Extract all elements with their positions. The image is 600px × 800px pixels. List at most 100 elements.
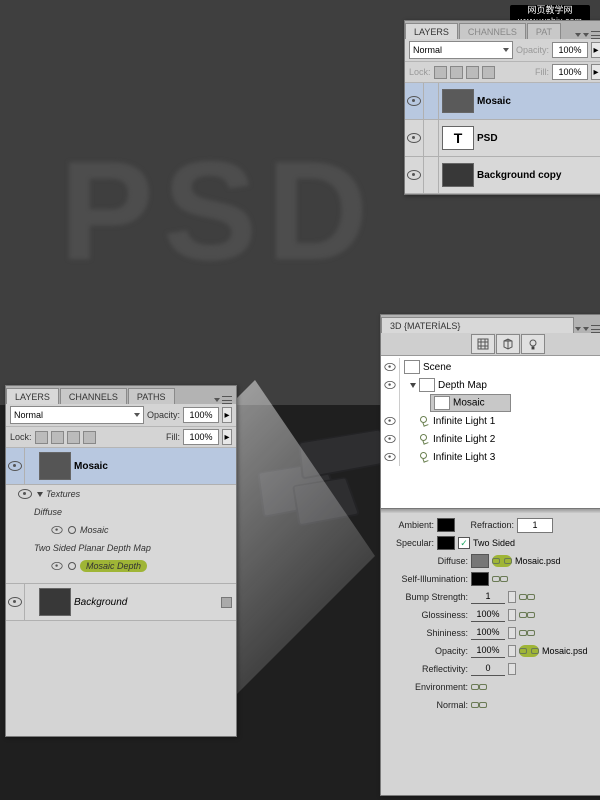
bump-input[interactable]: 1 [471,590,505,604]
menu-icon[interactable] [591,325,600,333]
menu-icon[interactable] [591,31,600,39]
selfillum-swatch[interactable] [471,572,489,586]
opacity-input[interactable]: 100% [471,644,505,658]
lock-position-icon[interactable] [67,431,80,444]
shine-slider[interactable] [508,627,516,639]
normal-texture-icon[interactable] [471,699,487,711]
opacity-nudge[interactable]: ▸ [591,42,600,58]
filter-material-icon[interactable] [496,334,520,354]
disclosure-icon[interactable] [410,383,416,388]
opacity-file: Mosaic.psd [542,646,588,656]
filter-mesh-icon[interactable] [471,334,495,354]
shine-input[interactable]: 100% [471,626,505,640]
normal-label: Normal: [386,700,468,710]
layer-row-psd[interactable]: T PSD [405,120,600,157]
row-opacity: Opacity: 100% Mosaic.psd [386,642,600,660]
layer-thumb[interactable] [39,452,71,480]
specular-label: Specular: [386,538,434,548]
disclosure-icon[interactable] [37,492,43,497]
gloss-input[interactable]: 100% [471,608,505,622]
env-texture-icon[interactable] [471,681,487,693]
opacity-texture-icon[interactable] [519,645,539,657]
ambient-swatch[interactable] [437,518,455,532]
bump-texture-icon[interactable] [519,591,535,603]
lock-pixels-icon[interactable] [51,431,64,444]
opacity-slider[interactable] [508,645,516,657]
lock-all-icon[interactable] [83,431,96,444]
diffuse-group[interactable]: Diffuse [6,503,236,521]
link-col [424,120,439,156]
eye-icon [51,526,62,534]
two-sided-checkbox[interactable]: ✓ [458,537,470,549]
layer-row-mosaic[interactable]: Mosaic [405,83,600,120]
lock-transparency-icon[interactable] [434,66,447,79]
blend-mode-dropdown[interactable]: Normal [409,41,513,59]
lock-icon [221,597,232,608]
opacity-input[interactable]: 100% [183,407,219,423]
reflect-slider[interactable] [508,663,516,675]
row-gloss: Glossiness: 100% [386,606,600,624]
diffuse-swatch[interactable] [471,554,489,568]
specular-swatch[interactable] [437,536,455,550]
tree-scene[interactable]: Scene [381,358,600,376]
panel-menu[interactable] [214,396,236,404]
panel-menu[interactable] [575,325,600,333]
tab-3d-materials[interactable]: 3D {MATERİALS} [381,317,574,333]
depth-item[interactable]: Mosaic Depth [6,557,236,575]
layer-thumb[interactable] [442,89,474,113]
tree-mosaic[interactable]: Mosaic [381,394,600,412]
visibility-toggle[interactable] [405,120,424,156]
fill-input[interactable]: 100% [552,64,588,80]
shine-texture-icon[interactable] [519,627,535,639]
selfillum-texture-icon[interactable] [492,573,508,585]
eye-icon [8,461,22,471]
menu-icon[interactable] [222,396,232,404]
bullet-icon [68,562,76,570]
tree-light-2[interactable]: Infinite Light 2 [381,430,600,448]
light-label: Infinite Light 3 [433,452,495,463]
tab-paths[interactable]: PATHS [128,388,175,404]
layer-row-background[interactable]: Background [6,584,236,621]
gloss-texture-icon[interactable] [519,609,535,621]
blend-mode-dropdown[interactable]: Normal [10,406,144,424]
layer-name: Background [74,597,221,608]
lock-all-icon[interactable] [482,66,495,79]
fill-nudge[interactable]: ▸ [222,429,232,445]
eye-icon [407,96,421,106]
lock-position-icon[interactable] [466,66,479,79]
bump-slider[interactable] [508,591,516,603]
tree-depthmap[interactable]: Depth Map [381,376,600,394]
opacity-nudge[interactable]: ▸ [222,407,232,423]
tree-light-1[interactable]: Infinite Light 1 [381,412,600,430]
visibility-toggle[interactable] [6,448,25,484]
reflect-input[interactable]: 0 [471,662,505,676]
tab-layers[interactable]: LAYERS [405,23,458,39]
tab-channels[interactable]: CHANNELS [459,23,526,39]
layer-row-mosaic[interactable]: Mosaic [6,448,236,485]
fill-nudge[interactable]: ▸ [591,64,600,80]
visibility-toggle[interactable] [405,83,424,119]
opacity-input[interactable]: 100% [552,42,588,58]
tab-layers[interactable]: LAYERS [6,388,59,404]
diffuse-texture-icon[interactable] [492,555,512,567]
refraction-input[interactable]: 1 [517,518,553,533]
text-layer-thumb[interactable]: T [442,126,474,150]
visibility-toggle[interactable] [6,584,25,620]
tab-channels[interactable]: CHANNELS [60,388,127,404]
layer-thumb[interactable] [39,588,71,616]
lock-pixels-icon[interactable] [450,66,463,79]
depthmap-group[interactable]: Two Sided Planar Depth Map [6,539,236,557]
visibility-toggle[interactable] [405,157,424,193]
textures-group[interactable]: Textures [6,485,236,503]
panel-menu[interactable] [575,31,600,39]
filter-light-icon[interactable] [521,334,545,354]
tree-light-3[interactable]: Infinite Light 3 [381,448,600,466]
lock-transparency-icon[interactable] [35,431,48,444]
layer-row-bgcopy[interactable]: Background copy [405,157,600,194]
tab-paths[interactable]: PAT [527,23,561,39]
layers-list: Mosaic T PSD Background copy [405,83,600,194]
gloss-slider[interactable] [508,609,516,621]
diffuse-item[interactable]: Mosaic [6,521,236,539]
fill-input[interactable]: 100% [183,429,219,445]
layer-thumb[interactable] [442,163,474,187]
